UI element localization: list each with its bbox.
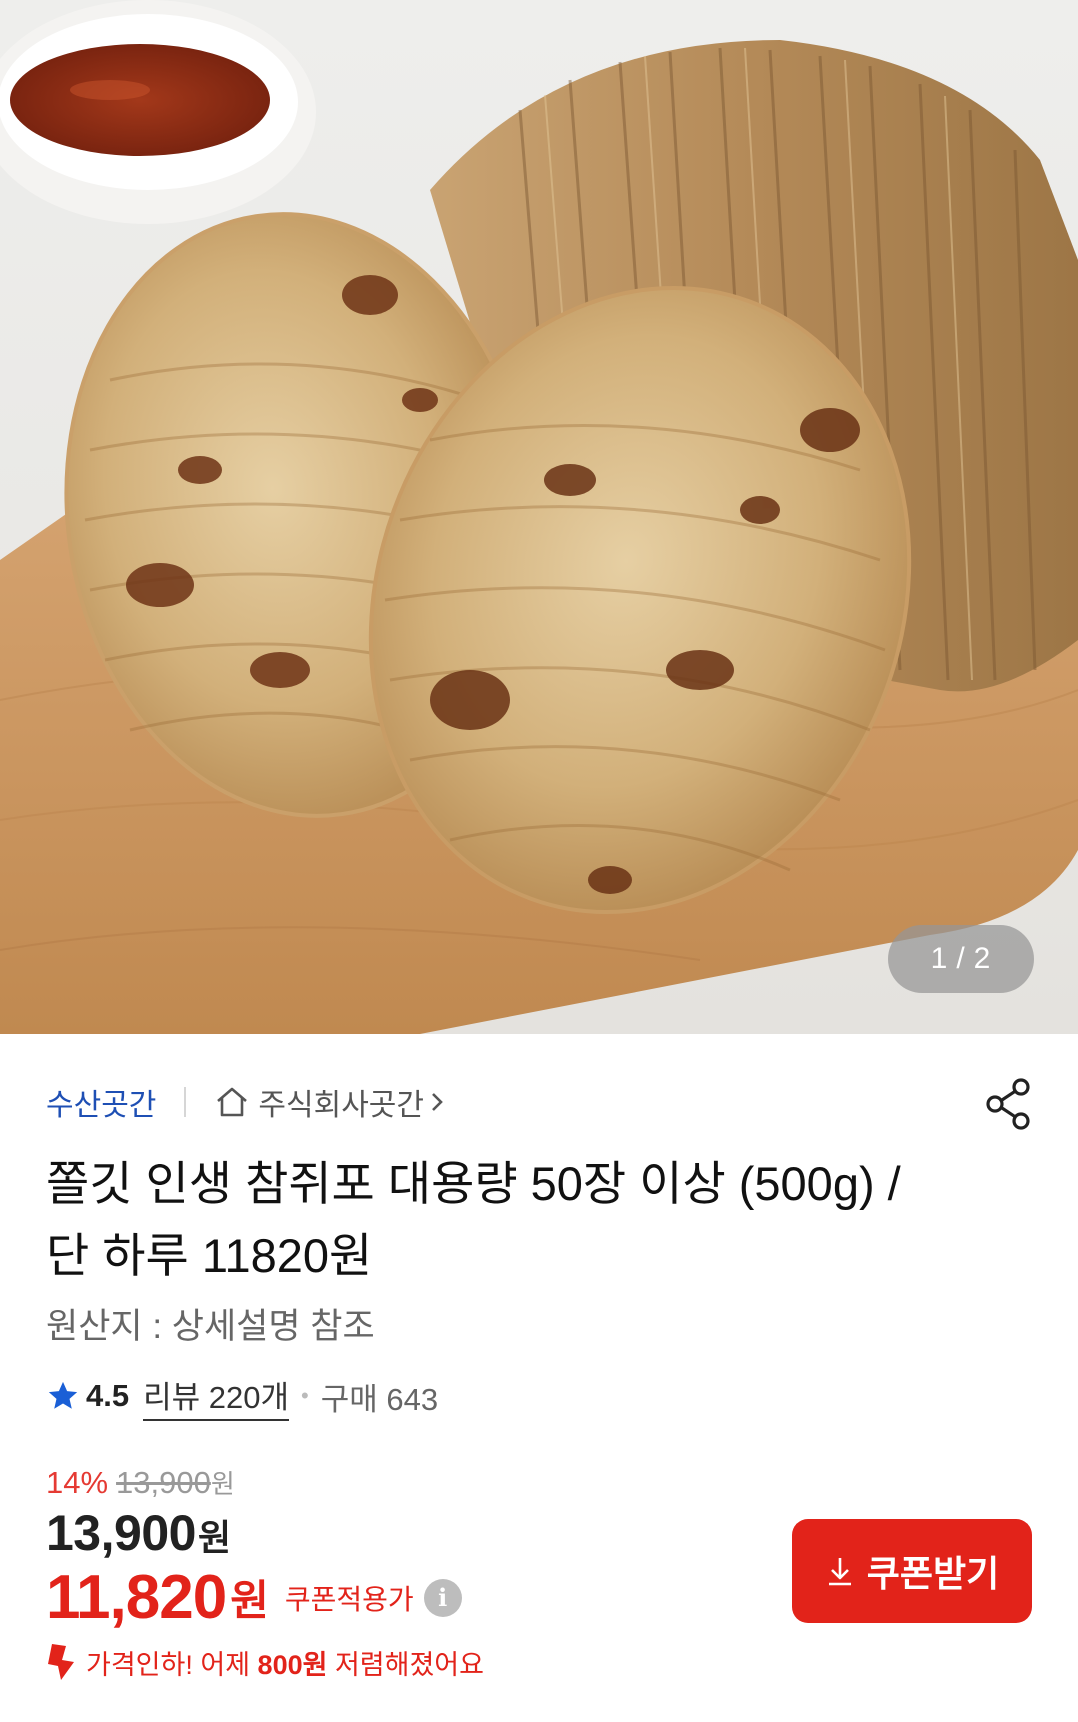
page-separator: / xyxy=(956,942,966,975)
store-name: 주식회사곳간 xyxy=(258,1089,425,1122)
coupon-price-label: 쿠폰적용가 xyxy=(284,1583,414,1615)
home-icon xyxy=(217,1087,248,1117)
price-drop-amount: 800원 xyxy=(257,1649,328,1680)
price-down-arrow-icon xyxy=(48,1644,74,1680)
purchase-count: 구매 643 xyxy=(320,1381,439,1417)
sale-price-row: 13,900 원 xyxy=(46,1504,231,1562)
coupon-price-unit: 원 xyxy=(230,1577,269,1624)
coupon-price-row: 11,820 원 쿠폰적용가 i xyxy=(46,1562,462,1633)
product-image-carousel[interactable]: 1 / 2 xyxy=(0,0,1078,1034)
price-drop-prefix: 가격인하! 어제 xyxy=(86,1649,258,1680)
seller-row: 수산곳간 주식회사곳간 xyxy=(46,1080,444,1124)
download-icon xyxy=(828,1558,851,1586)
review-count-link[interactable]: 리뷰 220개 xyxy=(143,1372,290,1421)
discount-row: 14% 13,900 원 xyxy=(46,1464,235,1501)
product-photo xyxy=(0,0,1078,1034)
store-link[interactable]: 주식회사곳간 xyxy=(214,1080,444,1124)
price-drop-text: 가격인하! 어제 800원 저렴해졌어요 xyxy=(86,1643,484,1682)
page-current: 1 xyxy=(930,942,949,975)
share-button[interactable] xyxy=(984,1076,1032,1132)
chevron-right-icon xyxy=(432,1093,443,1111)
rating-score: 4.5 xyxy=(86,1378,130,1413)
page-total: 2 xyxy=(973,942,992,975)
sale-price-unit: 원 xyxy=(197,1517,232,1558)
star-icon xyxy=(48,1381,78,1409)
get-coupon-button[interactable]: 쿠폰받기 xyxy=(792,1519,1032,1623)
original-price: 13,900 xyxy=(116,1465,211,1500)
info-icon[interactable]: i xyxy=(423,1578,462,1617)
coupon-price: 11,820 xyxy=(46,1563,227,1632)
product-title: 쫄깃 인생 참쥐포 대용량 50장 이상 (500g) / 단 하루 11820… xyxy=(46,1157,901,1282)
discount-rate: 14% xyxy=(46,1465,109,1500)
brand-link[interactable]: 수산곳간 xyxy=(46,1080,156,1124)
image-page-indicator: 1 / 2 xyxy=(888,925,1034,993)
get-coupon-label: 쿠폰받기 xyxy=(866,1553,1000,1594)
original-price-unit: 원 xyxy=(210,1469,235,1499)
price-drop-suffix: 저렴해졌어요 xyxy=(327,1649,484,1680)
rating-separator: • xyxy=(301,1383,309,1408)
product-origin: 원산지 : 상세설명 참조 xyxy=(46,1307,375,1346)
seller-divider xyxy=(184,1087,187,1117)
rating-row: 4.5 리뷰 220개 • 구매 643 xyxy=(46,1372,439,1421)
price-drop-notice: 가격인하! 어제 800원 저렴해졌어요 xyxy=(46,1642,484,1682)
share-icon xyxy=(986,1078,1030,1130)
sale-price: 13,900 xyxy=(46,1505,196,1561)
